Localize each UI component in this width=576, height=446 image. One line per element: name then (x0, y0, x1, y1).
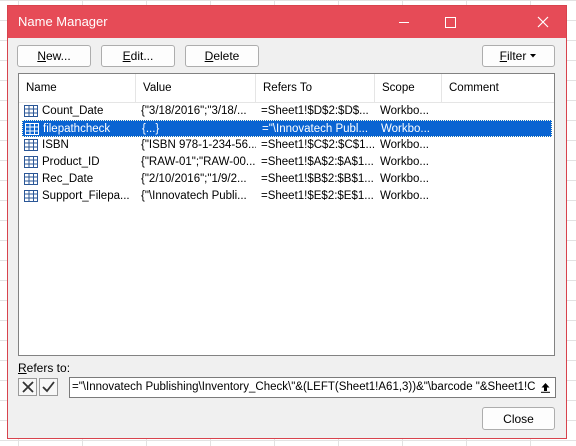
new-button-hotkey: N (37, 49, 46, 63)
cell-comment (447, 138, 547, 153)
named-range-icon (24, 190, 38, 202)
cell-value: {"\Innovatech Publi... (141, 190, 247, 202)
refers-to-label-text: efers to: (26, 361, 71, 375)
refers-to-label: Refers to: (18, 361, 70, 375)
cell-value: {"3/18/2016";"3/18/... (141, 105, 247, 117)
cell-comment (447, 172, 547, 187)
cell-name: Support_Filepa... (42, 190, 130, 202)
cancel-edit-button[interactable] (18, 378, 37, 396)
edit-button-label: dit... (130, 49, 154, 63)
cancel-x-icon (21, 381, 34, 393)
edit-button[interactable]: Edit... (101, 45, 175, 67)
refers-to-input[interactable]: ="\Innovatech Publishing\Inventory_Check… (69, 377, 556, 398)
names-list[interactable]: Name Value Refers To Scope Comment Count… (18, 73, 555, 356)
cell-refers: ="\Innovatech Publ... (262, 123, 369, 135)
cell-scope: Workbo... (380, 190, 429, 202)
named-range-icon (24, 139, 38, 151)
title-bar[interactable]: Name Manager (8, 6, 566, 38)
cell-value: {"RAW-01";"RAW-00... (141, 156, 256, 168)
named-range-icon (24, 156, 38, 168)
list-item[interactable]: filepathcheck {...} ="\Innovatech Publ... W… (22, 120, 552, 137)
close-button[interactable]: Close (482, 407, 555, 430)
cell-value: {"2/10/2016";"1/9/2... (141, 173, 247, 185)
cell-name: Count_Date (42, 105, 104, 117)
cell-name: ISBN (42, 139, 69, 151)
new-button[interactable]: New... (17, 45, 91, 67)
cell-refers: =Sheet1!$A$2:$A$1... (261, 156, 374, 168)
list-item[interactable]: ISBN {"ISBN 978-1-234-56... =Sheet1!$C$2:$… (22, 137, 552, 154)
window-title: Name Manager (18, 14, 108, 29)
cell-value: {...} (142, 123, 160, 135)
named-range-icon (25, 123, 39, 135)
cell-scope: Workbo... (380, 139, 429, 151)
cell-value: {"ISBN 978-1-234-56... (141, 139, 256, 151)
cell-comment (447, 189, 547, 204)
cell-scope: Workbo... (380, 173, 429, 185)
cell-name: Product_ID (42, 156, 100, 168)
checkmark-icon (42, 381, 55, 393)
list-item[interactable]: Rec_Date {"2/10/2016";"1/9/2... =Sheet1!$B… (22, 171, 552, 188)
cell-refers: =Sheet1!$D$2:$D$... (261, 105, 369, 117)
filter-button-hotkey: F (499, 49, 507, 63)
minimize-button[interactable] (381, 6, 427, 38)
maximize-icon (444, 16, 456, 28)
delete-button-label: elete (213, 49, 240, 63)
cell-scope: Workbo... (380, 105, 429, 117)
cell-comment (447, 155, 547, 170)
list-item[interactable]: Support_Filepa... {"\Innovatech Publi... =… (22, 188, 552, 205)
cell-refers: =Sheet1!$E$2:$E$1... (261, 190, 374, 202)
refers-to-value: ="\Innovatech Publishing\Inventory_Check… (72, 381, 536, 393)
collapse-arrow-icon (541, 383, 550, 393)
minimize-icon (398, 21, 409, 23)
confirm-edit-button[interactable] (39, 378, 58, 396)
close-window-button[interactable] (520, 6, 566, 38)
cell-name: Rec_Date (42, 173, 94, 185)
refers-to-hotkey: R (18, 361, 27, 375)
delete-button-hotkey: D (204, 49, 214, 63)
delete-button[interactable]: Delete (185, 45, 259, 67)
cell-comment (447, 104, 547, 119)
new-button-label: ew... (45, 49, 71, 63)
list-item[interactable]: Count_Date {"3/18/2016";"3/18/... =Sheet1!… (22, 103, 552, 120)
cell-refers: =Sheet1!$B$2:$B$1... (261, 173, 374, 185)
column-header-name[interactable]: Name (19, 74, 136, 102)
column-header-scope[interactable]: Scope (375, 74, 442, 102)
edit-button-hotkey: E (122, 49, 131, 63)
name-manager-dialog: Name Manager New... Edit... Delete Filte… (7, 5, 567, 439)
maximize-button[interactable] (427, 6, 473, 38)
named-range-icon (24, 173, 38, 185)
cell-comment (448, 122, 548, 137)
column-header-refers-to[interactable]: Refers To (256, 74, 375, 102)
list-item[interactable]: Product_ID {"RAW-01";"RAW-00... =Sheet1!$A… (22, 154, 552, 171)
cell-name: filepathcheck (43, 123, 111, 135)
cell-scope: Workbo... (381, 123, 430, 135)
filter-button[interactable]: Filter (482, 45, 555, 67)
close-icon (537, 16, 549, 28)
dropdown-arrow-icon (530, 54, 537, 58)
named-range-icon (24, 105, 38, 117)
list-header: Name Value Refers To Scope Comment (19, 74, 554, 103)
column-header-comment[interactable]: Comment (442, 74, 554, 102)
column-header-value[interactable]: Value (136, 74, 256, 102)
filter-button-label: ilter (507, 49, 527, 63)
cell-scope: Workbo... (380, 156, 429, 168)
cell-refers: =Sheet1!$C$2:$C$1... (261, 139, 375, 151)
collapse-dialog-button[interactable] (537, 379, 554, 396)
